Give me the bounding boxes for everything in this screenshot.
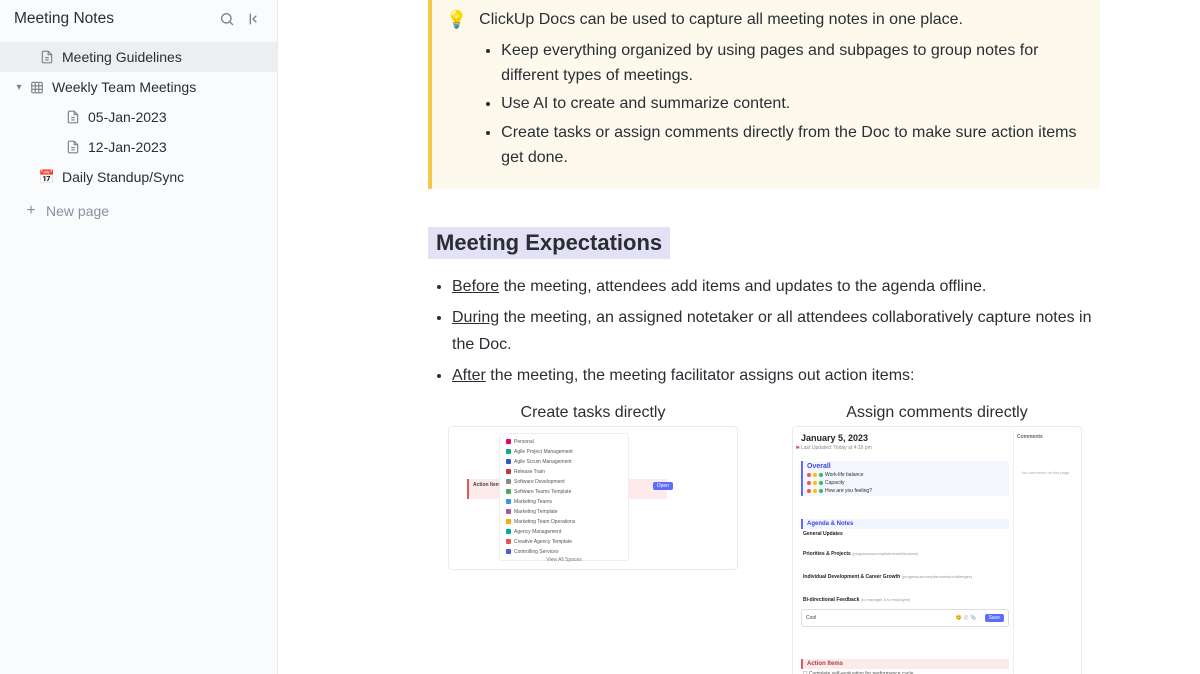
sb-action-row: Complete self-evaluation for performance… xyxy=(809,671,914,674)
sidebar-item-label: Daily Standup/Sync xyxy=(62,169,265,185)
new-page-label: New page xyxy=(46,203,109,219)
calendar-grid-icon xyxy=(28,80,46,94)
overall-row: Capacity xyxy=(807,480,1005,486)
sidebar-header: Meeting Notes xyxy=(0,0,277,38)
screenshot-assign-comments: January 5, 2023 ⚑ Last Updated: Today at… xyxy=(792,426,1082,674)
sidebar-item-label: 12-Jan-2023 xyxy=(88,139,265,155)
sb-title: January 5, 2023 xyxy=(801,433,868,443)
lightbulb-icon: 💡 xyxy=(446,10,467,175)
callout-bullet: Create tasks or assign comments directly… xyxy=(501,121,1082,171)
sb-actionitems-title: Action Items xyxy=(801,659,1009,669)
sb-comments-empty: No comments on this page xyxy=(1017,470,1074,475)
sb-overall-title: Overall xyxy=(807,463,1005,470)
new-page-button[interactable]: + New page xyxy=(0,196,277,226)
sb-sec3-title: Bi-directional Feedback xyxy=(803,597,859,603)
space-item: Creative Agency Template xyxy=(504,537,624,547)
plus-icon: + xyxy=(22,203,40,219)
space-item: Marketing Teams xyxy=(504,497,624,507)
sa-open-btn: Open xyxy=(653,482,673,490)
doc-icon xyxy=(64,110,82,124)
space-item: Marketing Team Operations xyxy=(504,517,624,527)
sb-comments-title: Comments xyxy=(1017,434,1074,440)
space-item: Agency Management xyxy=(504,527,624,537)
calendar-emoji-icon: 📅 xyxy=(38,169,56,185)
document-body: 💡 ClickUp Docs can be used to capture al… xyxy=(278,0,1200,674)
space-item: Marketing Template xyxy=(504,507,624,517)
sidebar-item-05-jan-2023[interactable]: 05-Jan-2023 xyxy=(0,102,277,132)
space-item: Software Teams Template xyxy=(504,487,624,497)
space-item: Agile Scrum Management xyxy=(504,457,624,467)
screenshot-create-tasks: Action Items Open PersonalAgile Project … xyxy=(448,426,738,570)
doc-icon xyxy=(38,50,56,64)
sb-subtitle: Last Updated: Today at 4:16 pm xyxy=(801,445,872,451)
sb-sec1-title: Priorities & Projects xyxy=(803,551,851,557)
screenshot-a-caption: Create tasks directly xyxy=(521,404,666,422)
chevron-down-icon[interactable]: ▾ xyxy=(12,82,26,93)
sb-agenda-sub: General Updates xyxy=(803,531,843,537)
sidebar-tree: Meeting Guidelines ▾ Weekly Team Meetings 0… xyxy=(0,38,277,196)
sidebar: Meeting Notes Meeting Guidelines ▾ Weekly … xyxy=(0,0,278,674)
overall-row: Work-life balance xyxy=(807,472,1005,478)
flag-icon: ⚑ xyxy=(795,445,800,452)
sidebar-item-label: Weekly Team Meetings xyxy=(52,79,265,95)
callout-bullet: Use AI to create and summarize content. xyxy=(501,92,1082,117)
sb-agenda-title: Agenda & Notes xyxy=(801,519,1009,529)
sb-save-btn: Save xyxy=(985,614,1004,622)
sidebar-item-label: Meeting Guidelines xyxy=(62,49,265,65)
expectation-item: During the meeting, an assigned notetake… xyxy=(452,304,1100,358)
sidebar-item-label: 05-Jan-2023 xyxy=(88,109,265,125)
callout-block: 💡 ClickUp Docs can be used to capture al… xyxy=(428,0,1100,189)
expectation-item: After the meeting, the meeting facilitat… xyxy=(452,362,1100,389)
space-item: Personal xyxy=(504,437,624,447)
sidebar-item-weekly-team-meetings[interactable]: ▾ Weekly Team Meetings xyxy=(0,72,277,102)
sidebar-item-meeting-guidelines[interactable]: Meeting Guidelines xyxy=(0,42,277,72)
overall-row: How are you feeling? xyxy=(807,488,1005,494)
sb-sec2-title: Individual Development & Career Growth xyxy=(803,574,900,580)
section-heading: Meeting Expectations xyxy=(428,227,670,259)
screenshot-b-caption: Assign comments directly xyxy=(846,404,1027,422)
sb-sec1-hint: (progress/accomplishments/blockers) xyxy=(852,551,918,556)
sidebar-item-daily-standup-sync[interactable]: 📅 Daily Standup/Sync xyxy=(0,162,277,192)
doc-icon xyxy=(64,140,82,154)
screenshots-row: Create tasks directly Action Items Open … xyxy=(448,404,1100,674)
space-item: Release Train xyxy=(504,467,624,477)
callout-main-text: ClickUp Docs can be used to capture all … xyxy=(479,8,1082,33)
callout-bullet: Keep everything organized by using pages… xyxy=(501,39,1082,89)
sb-sec2-hint: (progress/accomplishments/challenges) xyxy=(902,574,972,579)
sa-footer: View All Spaces xyxy=(499,557,629,563)
sidebar-item-12-jan-2023[interactable]: 12-Jan-2023 xyxy=(0,132,277,162)
space-item: Agile Project Management xyxy=(504,447,624,457)
collapse-sidebar-icon[interactable] xyxy=(247,11,263,27)
space-item: Controlling Services xyxy=(504,547,624,557)
expectation-item: Before the meeting, attendees add items … xyxy=(452,273,1100,300)
sb-comment-input-text: Cool xyxy=(806,615,816,621)
sidebar-title: Meeting Notes xyxy=(14,10,114,28)
space-item: Software Development xyxy=(504,477,624,487)
search-icon[interactable] xyxy=(219,11,235,27)
sb-sec3-hint: (to manager & to employee) xyxy=(861,597,911,602)
